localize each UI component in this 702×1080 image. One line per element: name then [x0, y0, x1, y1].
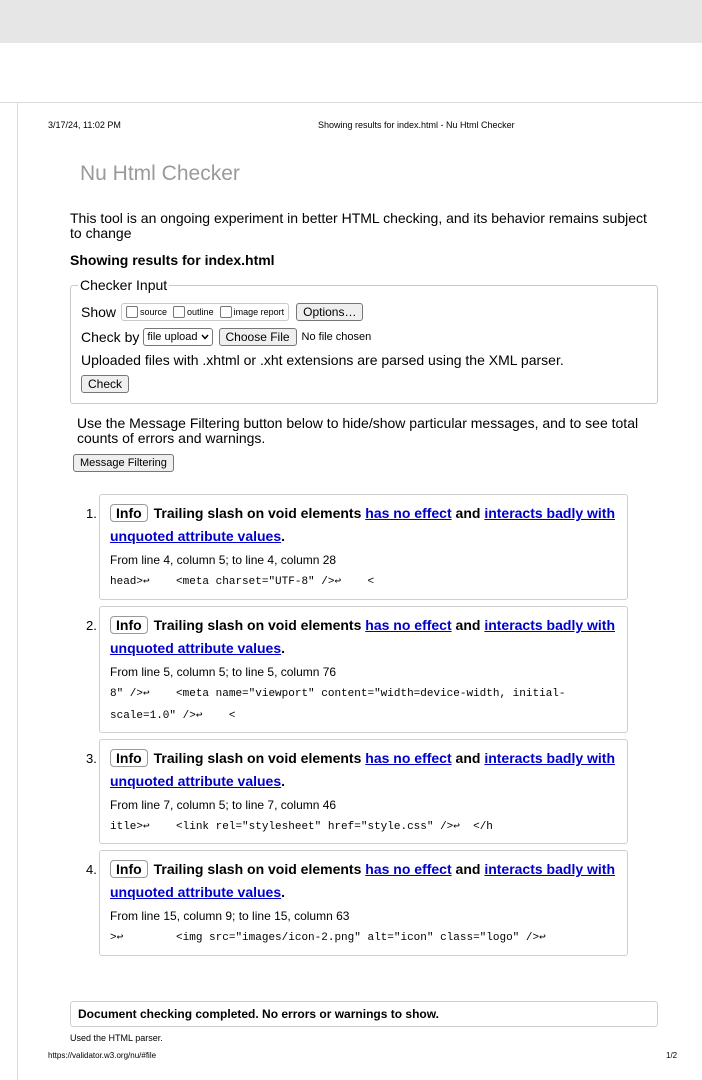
interacts-badly-link[interactable]: interacts badly with	[484, 861, 615, 877]
viewer-toolbar	[0, 43, 702, 103]
browser-top-bar	[0, 0, 702, 43]
parser-note: Used the HTML parser.	[70, 1033, 163, 1043]
has-no-effect-link[interactable]: has no effect	[365, 505, 451, 521]
message-period: .	[281, 640, 286, 656]
check-button[interactable]: Check	[81, 375, 130, 393]
has-no-effect-link[interactable]: has no effect	[365, 750, 451, 766]
print-footer-url: https://validator.w3.org/nu/#file	[48, 1051, 157, 1060]
has-no-effect-link[interactable]: has no effect	[365, 617, 451, 633]
message-code-extract: itle>↩ <link rel="stylesheet" href="styl…	[110, 821, 493, 833]
message-period: .	[281, 884, 286, 900]
message-number: 1.	[86, 506, 97, 521]
check-by-select[interactable]: file upload	[143, 328, 213, 346]
message-number: 3.	[86, 751, 97, 766]
interacts-badly-link[interactable]: interacts badly with	[484, 750, 615, 766]
no-file-text: No file chosen	[301, 331, 372, 343]
show-options-group: source outline image report	[121, 303, 290, 321]
upload-note: Uploaded files with .xhtml or .xht exten…	[81, 352, 564, 368]
print-header-title: Showing results for index.html - Nu Html…	[318, 120, 515, 130]
message-location: From line 15, column 9; to line 15, colu…	[110, 909, 350, 923]
options-button[interactable]: Options…	[296, 303, 364, 321]
message-item: Info Trailing slash on void elements has …	[99, 494, 628, 600]
info-badge: Info	[110, 504, 148, 522]
interacts-badly-link-cont[interactable]: unquoted attribute values	[110, 773, 281, 789]
check-by-row: Check by file upload Choose File No file…	[81, 328, 371, 346]
message-number: 2.	[86, 618, 97, 633]
info-badge: Info	[110, 616, 148, 634]
page-title: Nu Html Checker	[80, 162, 240, 185]
check-by-label: Check by	[81, 329, 140, 345]
check-by-value: file upload	[147, 331, 198, 343]
source-label: source	[140, 307, 168, 317]
message-text: Trailing slash on void elements	[153, 750, 362, 766]
interacts-badly-link-cont[interactable]: unquoted attribute values	[110, 640, 281, 656]
info-badge: Info	[110, 749, 148, 767]
message-location: From line 5, column 5; to line 5, column…	[110, 665, 337, 679]
message-item: Info Trailing slash on void elements has …	[99, 850, 628, 956]
outline-label: outline	[187, 307, 214, 317]
interacts-badly-link[interactable]: interacts badly with	[484, 617, 615, 633]
message-and: and	[455, 617, 481, 633]
image-report-label: image report	[233, 307, 285, 317]
message-filtering-button[interactable]: Message Filtering	[73, 454, 174, 472]
message-item: Info Trailing slash on void elements has …	[99, 739, 628, 844]
intro-text: This tool is an ongoing experiment in be…	[70, 210, 647, 241]
has-no-effect-link[interactable]: has no effect	[365, 861, 451, 877]
print-header-date: 3/17/24, 11:02 PM	[48, 120, 121, 130]
outline-checkbox[interactable]	[173, 306, 186, 318]
info-badge: Info	[110, 860, 148, 878]
message-text: Trailing slash on void elements	[153, 861, 362, 877]
interacts-badly-link[interactable]: interacts badly with	[484, 505, 615, 521]
message-period: .	[281, 528, 286, 544]
message-code-extract: head>↩ <meta charset="UTF-8" />↩ <	[110, 576, 375, 588]
results-heading: Showing results for index.html	[70, 252, 275, 268]
message-code-extract: >↩ <img src="images/icon-2.png" alt="ico…	[110, 932, 546, 944]
message-location: From line 7, column 5; to line 7, column…	[110, 798, 337, 812]
print-footer-page: 1/2	[666, 1051, 678, 1060]
image-report-checkbox[interactable]	[219, 306, 232, 318]
message-and: and	[455, 861, 481, 877]
message-number: 4.	[86, 862, 97, 877]
source-checkbox[interactable]	[126, 306, 139, 318]
chevron-down-icon	[200, 331, 209, 343]
message-text: Trailing slash on void elements	[153, 505, 362, 521]
message-text: Trailing slash on void elements	[153, 617, 362, 633]
message-and: and	[455, 505, 481, 521]
show-options-row: Show source outline image report Options…	[81, 303, 364, 321]
completion-text: Document checking completed. No errors o…	[78, 1007, 439, 1021]
message-location: From line 4, column 5; to line 4, column…	[110, 553, 337, 567]
checker-input-legend: Checker Input	[78, 277, 170, 293]
interacts-badly-link-cont[interactable]: unquoted attribute values	[110, 884, 281, 900]
message-period: .	[281, 773, 286, 789]
choose-file-button[interactable]: Choose File	[218, 328, 297, 346]
show-label: Show	[81, 304, 117, 320]
message-item: Info Trailing slash on void elements has …	[99, 606, 628, 733]
left-rail	[0, 103, 18, 1080]
message-code-extract: 8" />↩ <meta name="viewport" content="wi…	[110, 688, 566, 722]
completion-banner: Document checking completed. No errors o…	[70, 1001, 658, 1027]
message-and: and	[455, 750, 481, 766]
interacts-badly-link-cont[interactable]: unquoted attribute values	[110, 528, 281, 544]
filter-description: Use the Message Filtering button below t…	[77, 415, 639, 446]
